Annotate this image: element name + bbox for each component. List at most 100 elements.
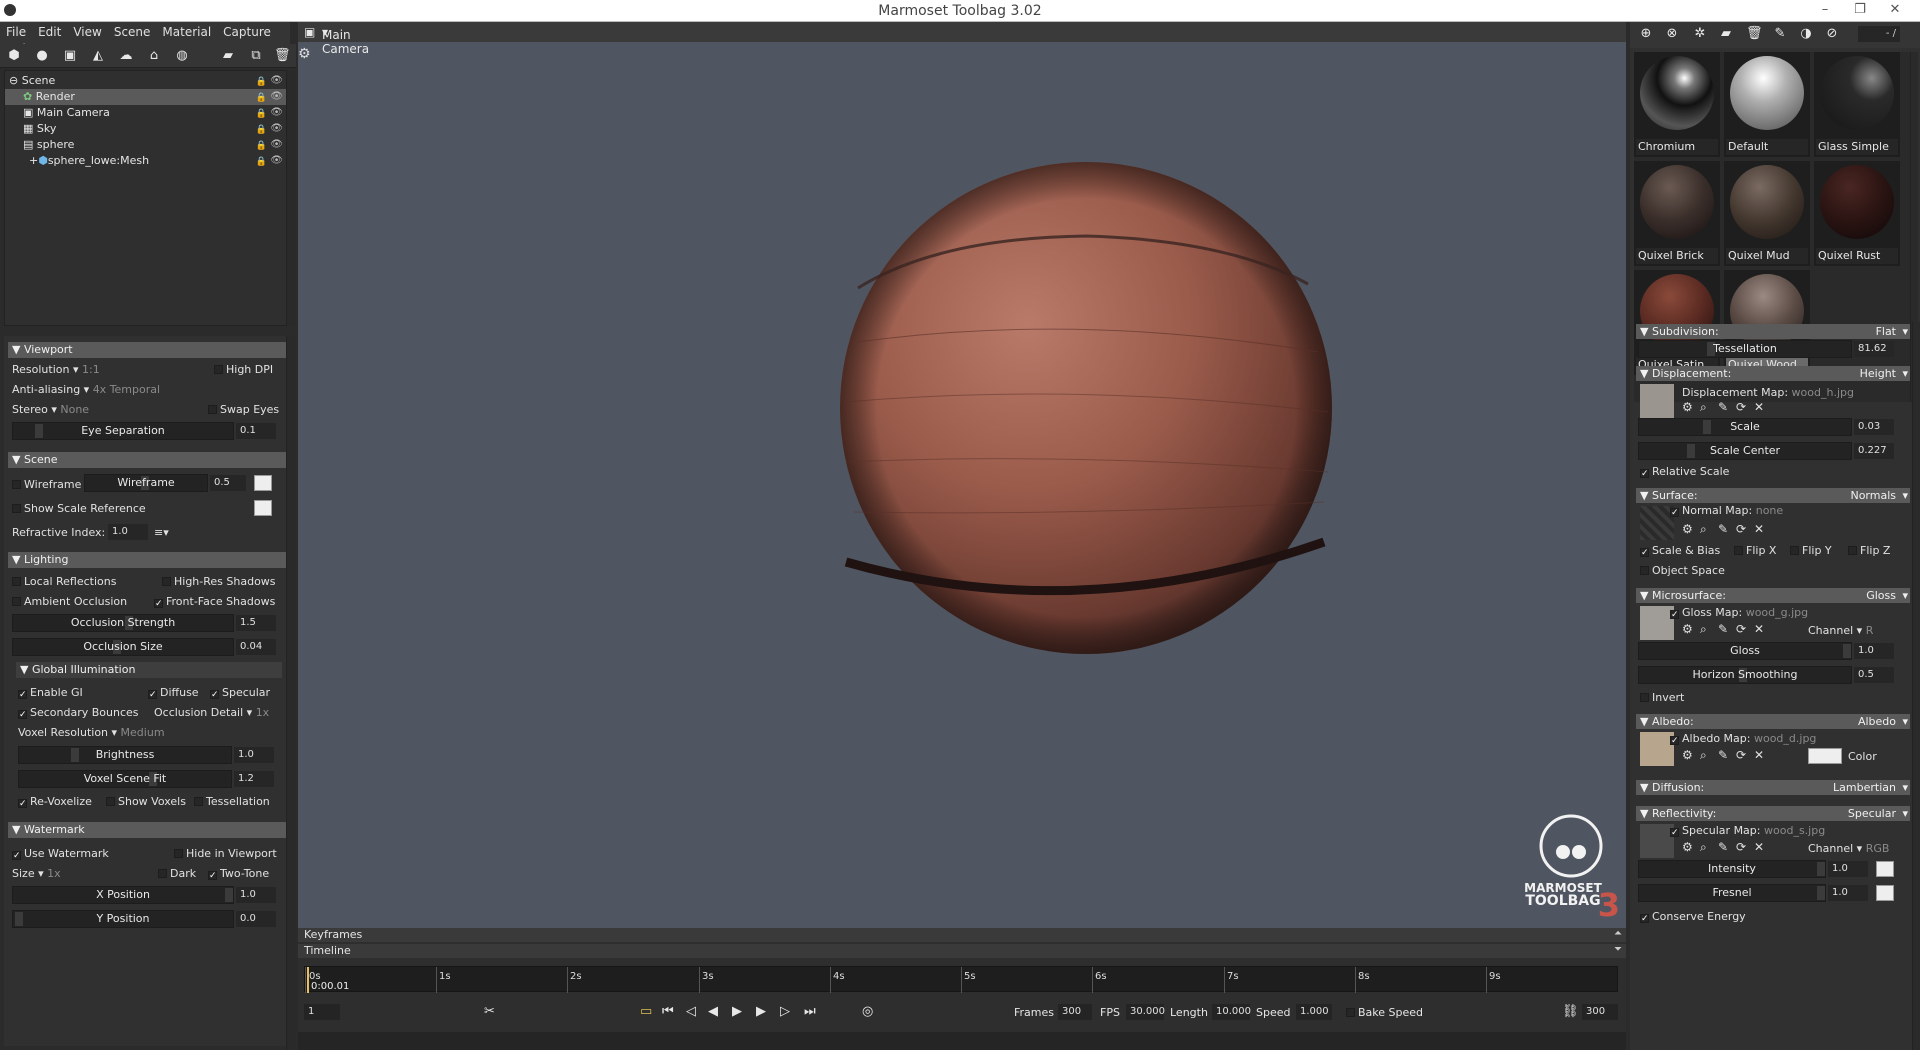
texture-browse-icon[interactable]: ⌕ xyxy=(1700,522,1707,537)
outliner-item-main-camera[interactable]: ▣ Main Camera 🔒 👁 xyxy=(5,105,289,121)
texture-browse-icon[interactable]: ⌕ xyxy=(1700,400,1707,415)
collapse-timeline-icon[interactable]: ⏷ xyxy=(1614,944,1622,955)
texture-settings-icon[interactable]: ⚙ xyxy=(1682,522,1693,536)
add-sky-icon[interactable]: ◍ xyxy=(174,48,190,64)
specular-map-checkbox[interactable]: ✓ Specular Map: wood_s.jpg xyxy=(1670,824,1825,838)
lock-icon[interactable]: 🔒 xyxy=(256,138,267,154)
3d-viewport[interactable]: MARMOSET TOOLBAG 3 xyxy=(298,22,1626,928)
specular-map-thumbnail[interactable] xyxy=(1640,824,1674,858)
texture-edit-icon[interactable]: ✎ xyxy=(1718,622,1728,636)
texture-remove-icon[interactable]: ✕ xyxy=(1754,840,1764,854)
timeline-bar[interactable]: Timeline xyxy=(298,944,1626,958)
y-position-slider[interactable]: Y Position xyxy=(12,910,234,928)
menu-scene[interactable]: Scene xyxy=(108,22,157,39)
eye-separation-slider[interactable]: Eye Separation xyxy=(12,422,234,440)
section-scene[interactable]: ▼ Scene xyxy=(8,452,286,468)
eye-icon[interactable]: 👁 xyxy=(270,153,283,169)
outliner-item-scene[interactable]: ⊖ Scene 🔒 👁 xyxy=(5,73,289,89)
flip-z-checkbox[interactable]: Flip Z xyxy=(1848,544,1890,557)
speed-field[interactable]: 1.000 xyxy=(1296,1004,1332,1020)
outliner-item-sphere[interactable]: ▤ sphere 🔒 👁 xyxy=(5,137,289,153)
albedo-map-thumbnail[interactable] xyxy=(1640,732,1674,766)
open-folder-icon[interactable]: ▰ xyxy=(1718,26,1734,42)
intensity-color-swatch[interactable] xyxy=(1876,861,1894,877)
occlusion-detail-dropdown[interactable]: Occlusion Detail ▾ 1x xyxy=(154,706,269,719)
material-chromium[interactable]: Chromium xyxy=(1634,52,1720,157)
add-object-icon[interactable]: ⬢ xyxy=(6,48,22,64)
horizon-smoothing-value[interactable]: 0.5 xyxy=(1854,667,1894,683)
material-filter-field[interactable]: - / xyxy=(1858,26,1900,42)
occlusion-strength-slider[interactable]: Occlusion Strength xyxy=(12,614,234,632)
material-quixel-satin[interactable]: Quixel Satin xyxy=(1634,270,1720,375)
add-turntable-icon[interactable]: ⌂ xyxy=(146,48,162,64)
albedo-color-swatch[interactable] xyxy=(1808,748,1842,764)
eye-icon[interactable]: 👁 xyxy=(270,89,283,105)
lock-icon[interactable]: 🔒 xyxy=(256,122,267,138)
material-quixel-wood[interactable]: Quixel Wood xyxy=(1724,270,1810,375)
texture-edit-icon[interactable]: ✎ xyxy=(1718,748,1728,762)
texture-remove-icon[interactable]: ✕ xyxy=(1754,748,1764,762)
skip-end-icon[interactable]: ⏭ xyxy=(804,1004,816,1019)
timeline-track[interactable] xyxy=(298,1032,1626,1050)
stereo-dropdown[interactable]: Stereo ▾ None xyxy=(12,403,89,416)
playhead[interactable] xyxy=(307,967,309,993)
keyframe-icon[interactable]: ▭ xyxy=(640,1004,652,1019)
bake-speed-checkbox[interactable]: Bake Speed xyxy=(1346,1006,1423,1019)
section-diffusion[interactable]: ▼ Diffusion: Lambertian ▾ xyxy=(1636,780,1910,795)
duplicate-icon[interactable]: ⧉ xyxy=(248,48,264,64)
material-glass-simple[interactable]: Glass Simple xyxy=(1814,52,1900,157)
gloss-value[interactable]: 1.0 xyxy=(1854,643,1894,659)
hide-in-viewport-checkbox[interactable]: Hide in Viewport xyxy=(174,847,277,860)
wireframe-value[interactable]: 0.5 xyxy=(210,475,246,491)
outliner-item-sky[interactable]: ▦ Sky 🔒 👁 xyxy=(5,121,289,137)
size-dropdown[interactable]: Size ▾ 1x xyxy=(12,867,61,880)
hires-shadows-checkbox[interactable]: High-Res Shadows xyxy=(162,575,276,588)
restore-icon[interactable]: ❐ xyxy=(1845,0,1875,22)
texture-settings-icon[interactable]: ⚙ xyxy=(1682,748,1693,762)
delete-icon[interactable]: 🗑 xyxy=(274,48,291,64)
clear-material-icon[interactable]: ✲ xyxy=(1692,26,1708,42)
intensity-value[interactable]: 1.0 xyxy=(1828,861,1868,877)
close-icon[interactable]: ✕ xyxy=(1880,0,1910,22)
flip-y-checkbox[interactable]: Flip Y xyxy=(1790,544,1832,557)
brightness-slider[interactable]: Brightness xyxy=(18,746,232,764)
material-quixel-rust[interactable]: Quixel Rust xyxy=(1814,161,1900,266)
voxel-scene-fit-slider[interactable]: Voxel Scene Fit xyxy=(18,770,232,788)
relative-scale-checkbox[interactable]: ✓ Relative Scale xyxy=(1640,465,1729,479)
refractive-presets-icon[interactable]: ≡▾ xyxy=(154,526,169,539)
add-fog-icon[interactable]: ☁ xyxy=(118,48,134,64)
brightness-value[interactable]: 1.0 xyxy=(234,747,274,763)
texture-remove-icon[interactable]: ✕ xyxy=(1754,622,1764,636)
loop-icon[interactable]: ◎ xyxy=(862,1004,873,1019)
section-viewport[interactable]: ▼ Viewport xyxy=(8,342,286,358)
prev-frame-icon[interactable]: ◀ xyxy=(708,1004,718,1019)
show-scale-checkbox[interactable]: Show Scale Reference xyxy=(12,502,146,515)
texture-browse-icon[interactable]: ⌕ xyxy=(1700,840,1707,855)
scale-bias-checkbox[interactable]: ✓ Scale & Bias xyxy=(1640,544,1720,558)
fps-field[interactable]: 30.000 xyxy=(1126,1004,1165,1020)
fresnel-color-swatch[interactable] xyxy=(1876,885,1894,901)
section-global-illumination[interactable]: ▼ Global Illumination xyxy=(16,662,282,678)
object-space-checkbox[interactable]: Object Space xyxy=(1640,564,1725,577)
conserve-energy-checkbox[interactable]: ✓ Conserve Energy xyxy=(1640,910,1746,924)
section-reflectivity[interactable]: ▼ Reflectivity: Specular ▾ xyxy=(1636,806,1910,821)
lock-icon[interactable]: 🔒 xyxy=(256,90,267,106)
resolution-dropdown[interactable]: Resolution ▾ 1:1 xyxy=(12,363,100,376)
wireframe-checkbox[interactable]: Wireframe xyxy=(12,478,81,491)
lock-icon[interactable]: 🔒 xyxy=(256,154,267,170)
invert-checkbox[interactable]: Invert xyxy=(1640,691,1684,704)
scale-slider[interactable]: Scale xyxy=(1638,418,1852,436)
texture-settings-icon[interactable]: ⚙ xyxy=(1682,622,1693,636)
outliner-item-render[interactable]: ✿ Render 🔒 👁 xyxy=(5,89,289,105)
menu-edit[interactable]: Edit xyxy=(32,22,67,39)
timeline-ruler[interactable]: 0s 1s 2s 3s 4s 5s 6s 7s 8s 9s 0:00.01 xyxy=(304,966,1618,993)
texture-edit-icon[interactable]: ✎ xyxy=(1718,840,1728,854)
ambient-occlusion-checkbox[interactable]: Ambient Occlusion xyxy=(12,595,127,608)
channel-dropdown-2[interactable]: Channel ▾ RGB xyxy=(1808,842,1889,855)
section-subdivision[interactable]: ▼ Subdivision: Flat ▾ xyxy=(1636,324,1910,339)
channel-dropdown[interactable]: Channel ▾ R xyxy=(1808,624,1873,637)
frame-field[interactable]: 1 xyxy=(304,1004,340,1020)
outliner-item-mesh[interactable]: +⬢sphere_lowe:Mesh 🔒 👁 xyxy=(5,153,289,169)
swap-eyes-checkbox[interactable]: Swap Eyes xyxy=(208,403,279,416)
texture-edit-icon[interactable]: ✎ xyxy=(1718,522,1728,536)
